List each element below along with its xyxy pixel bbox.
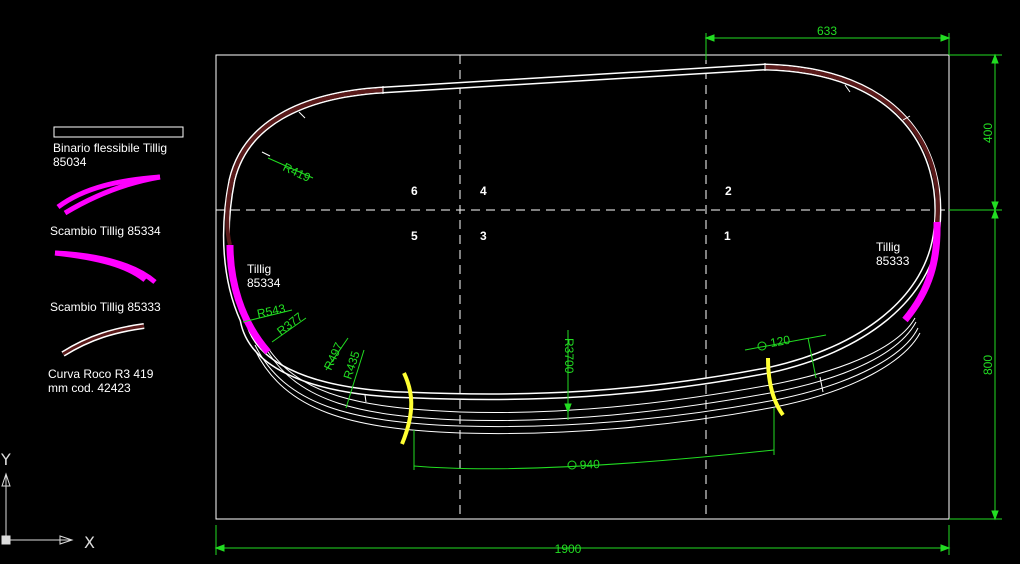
legend-switch-85334-label: Scambio Tillig 85334 xyxy=(50,224,161,238)
legend-roco-curve-symbol xyxy=(61,323,145,357)
legend-roco-curve-label: Curva Roco R3 419 mm cod. 42423 xyxy=(48,367,157,395)
legend-switch-85334-symbol xyxy=(56,174,161,216)
axis-label-x: X xyxy=(84,533,95,552)
legend-roco-curve-line1: Curva Roco R3 419 xyxy=(48,367,154,381)
roco-curve-left xyxy=(225,88,384,246)
legend: Binario flessibile Tillig 85034 Scambio … xyxy=(48,126,184,395)
switch-label-left: Tillig 85334 xyxy=(247,262,281,290)
legend-flex-track-label: Binario flessibile Tillig 85034 xyxy=(53,141,170,169)
dim-upper-height: 400 xyxy=(981,123,995,143)
legend-switch-85333-symbol xyxy=(54,250,157,284)
section-number-1: 1 xyxy=(724,229,731,243)
switch-label-right: Tillig 85333 xyxy=(876,240,910,268)
ucs-axis-icon xyxy=(1,472,74,545)
roco-curve-right xyxy=(764,65,940,223)
dim-r3700: R3700 xyxy=(562,338,576,374)
dim-spacing-120: 120 xyxy=(769,333,791,350)
legend-switch-85333-label: Scambio Tillig 85333 xyxy=(50,300,161,314)
dim-overall-width: 1900 xyxy=(555,542,582,556)
legend-flex-track-line2: 85034 xyxy=(53,155,87,169)
arc-symbol-940 xyxy=(567,460,577,470)
dim-top-right-width: 633 xyxy=(817,24,837,38)
axis-label-y: Y xyxy=(0,450,11,469)
switch-label-left-line2: 85334 xyxy=(247,276,281,290)
dimension-lines xyxy=(214,33,1002,555)
dim-r543: R543 xyxy=(256,301,287,321)
switch-label-right-line2: 85333 xyxy=(876,254,910,268)
legend-flex-track-symbol xyxy=(53,126,184,138)
dim-arc-940: 940 xyxy=(579,457,600,472)
dim-r419: R419 xyxy=(281,160,313,185)
dim-r497: R497 xyxy=(321,340,346,372)
dim-lower-height: 800 xyxy=(981,355,995,375)
section-number-4: 4 xyxy=(480,184,487,198)
section-number-5: 5 xyxy=(411,229,418,243)
section-number-2: 2 xyxy=(725,184,732,198)
track-plan-drawing: 1900 633 400 800 R419 R543 R377 R497 R43… xyxy=(0,24,1002,556)
legend-roco-curve-line2: mm cod. 42423 xyxy=(48,381,131,395)
switch-label-right-line1: Tillig xyxy=(876,240,900,254)
section-number-3: 3 xyxy=(480,229,487,243)
section-number-6: 6 xyxy=(411,184,418,198)
board-outline xyxy=(215,54,950,520)
legend-flex-track-line1: Binario flessibile Tillig xyxy=(53,141,167,155)
switch-label-left-line1: Tillig xyxy=(247,262,271,276)
module-division-lines xyxy=(216,55,949,519)
